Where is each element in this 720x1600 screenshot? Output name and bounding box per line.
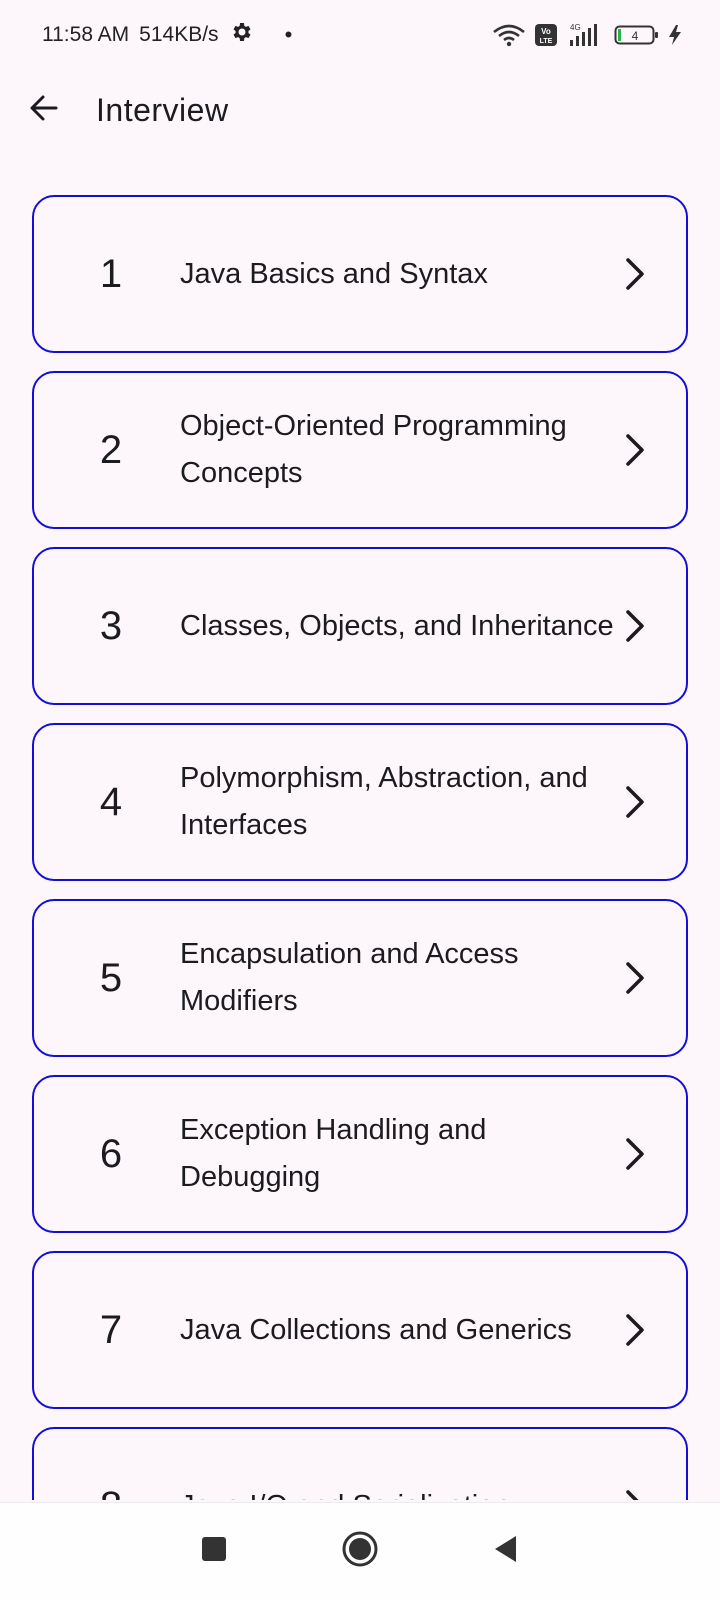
circle-home-icon [340, 1529, 380, 1574]
signal-icon: 4G [566, 22, 606, 48]
charging-icon [668, 24, 682, 46]
topic-card-6[interactable]: 6 Exception Handling and Debugging [32, 1075, 688, 1233]
chevron-right-icon [620, 606, 650, 646]
home-button[interactable] [287, 1522, 433, 1582]
topic-title: Object-Oriented Programming Concepts [180, 410, 567, 489]
topic-number: 2 [99, 427, 123, 472]
chevron-right-icon [620, 1134, 650, 1174]
topic-title: Classes, Objects, and Inheritance [180, 609, 614, 642]
topic-card-8[interactable]: 8 Java I/O and Serialization [32, 1427, 688, 1500]
chevron-right-icon [620, 1486, 650, 1500]
status-right: Vo LTE 4G 4 [492, 22, 682, 48]
topic-title: Java Basics and Syntax [180, 257, 488, 290]
status-bar: 11:58 AM 514KB/s • Vo LTE 4G 4 [0, 0, 720, 70]
topic-title: Exception Handling and Debugging [180, 1114, 487, 1193]
topic-number: 6 [99, 1131, 123, 1176]
battery-level: 4 [632, 29, 639, 43]
app-bar: Interview [0, 70, 720, 150]
back-button[interactable] [18, 84, 70, 136]
topic-number: 3 [99, 603, 123, 648]
chevron-right-icon [620, 254, 650, 294]
topic-title: Encapsulation and Access Modifiers [180, 938, 519, 1017]
arrow-left-icon [28, 92, 60, 129]
topic-card-2[interactable]: 2 Object-Oriented Programming Concepts [32, 371, 688, 529]
topic-number: 1 [99, 251, 123, 296]
topic-list[interactable]: 1 Java Basics and Syntax 2 Object-Orient… [32, 195, 688, 1500]
chevron-right-icon [620, 782, 650, 822]
notification-dot: • [284, 22, 293, 47]
page-title: Interview [96, 91, 229, 128]
gear-icon [229, 20, 253, 50]
recents-button[interactable] [141, 1522, 287, 1582]
topic-card-1[interactable]: 1 Java Basics and Syntax [32, 195, 688, 353]
topic-title: Java Collections and Generics [180, 1313, 572, 1346]
topic-number: 5 [99, 955, 123, 1000]
chevron-right-icon [620, 430, 650, 470]
chevron-right-icon [620, 1310, 650, 1350]
triangle-back-icon [492, 1534, 520, 1569]
volte-icon: Vo LTE [534, 23, 558, 47]
wifi-icon [492, 23, 526, 47]
chevron-right-icon [620, 958, 650, 998]
topic-card-3[interactable]: 3 Classes, Objects, and Inheritance [32, 547, 688, 705]
nav-back-button[interactable] [433, 1522, 579, 1582]
status-left: 11:58 AM 514KB/s • [42, 20, 292, 50]
topic-number: 8 [34, 1484, 180, 1501]
square-icon [200, 1535, 228, 1568]
topic-card-4[interactable]: 4 Polymorphism, Abstraction, and Interfa… [32, 723, 688, 881]
status-net-speed: 514KB/s [139, 23, 219, 46]
topic-number: 7 [99, 1307, 123, 1352]
system-nav-bar [0, 1502, 720, 1600]
status-time: 11:58 AM [42, 23, 130, 46]
topic-number: 4 [99, 779, 123, 824]
svg-text:Vo: Vo [541, 27, 551, 36]
topic-title: Java I/O and Serialization [180, 1483, 620, 1501]
screen: 11:58 AM 514KB/s • Vo LTE 4G 4 Interview… [0, 0, 720, 1600]
svg-text:4G: 4G [570, 23, 581, 32]
battery-icon: 4 [614, 23, 660, 47]
svg-text:LTE: LTE [540, 38, 553, 45]
topic-card-5[interactable]: 5 Encapsulation and Access Modifiers [32, 899, 688, 1057]
topic-card-7[interactable]: 7 Java Collections and Generics [32, 1251, 688, 1409]
topic-title: Polymorphism, Abstraction, and Interface… [180, 762, 588, 841]
